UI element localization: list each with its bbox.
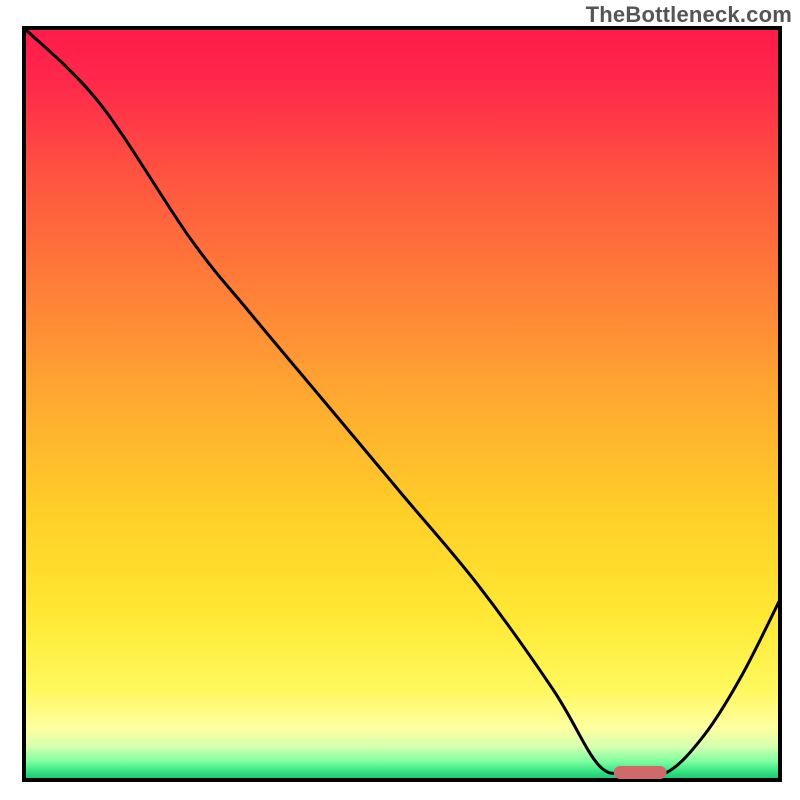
plot-background: [24, 28, 780, 780]
chart-container: TheBottleneck.com: [0, 0, 800, 800]
bottleneck-chart: [0, 0, 800, 800]
optimal-range-marker: [614, 766, 667, 779]
